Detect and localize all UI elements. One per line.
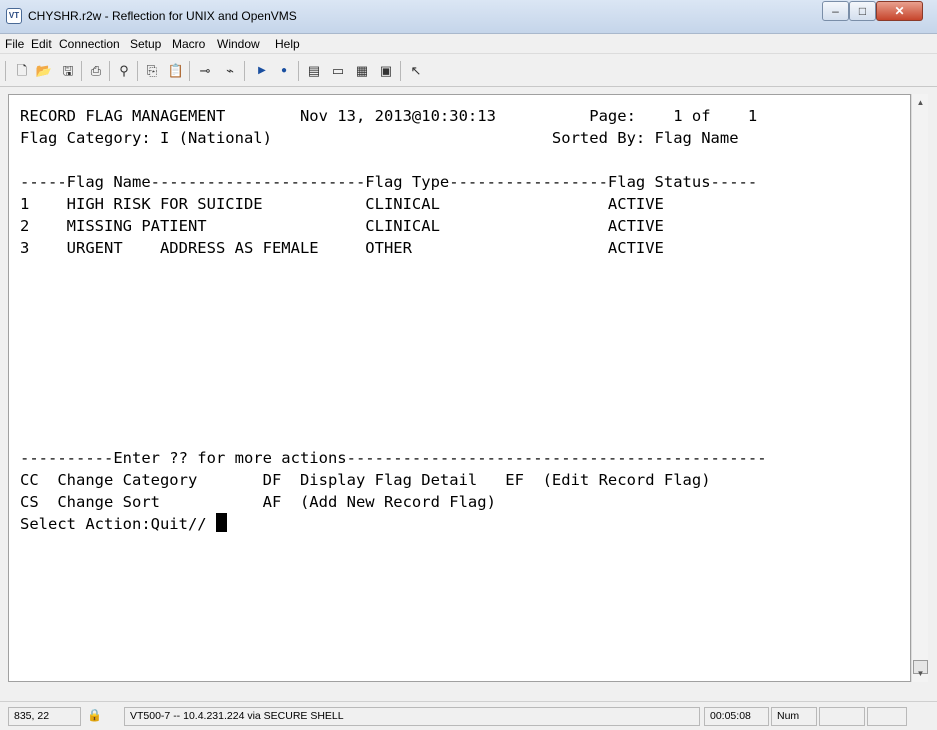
find-icon[interactable]: ⚲ xyxy=(114,61,134,81)
menu-help[interactable]: Help xyxy=(275,37,300,51)
title-bar: VT CHYSHR.r2w - Reflection for UNIX and … xyxy=(0,0,937,34)
save-icon[interactable]: 🖫 xyxy=(58,61,78,81)
action-menu-line: CS Change Sort AF (Add New Record Flag) xyxy=(20,493,496,511)
menu-connection[interactable]: Connection xyxy=(59,37,120,51)
minimize-button[interactable]: – xyxy=(822,1,849,21)
window-title: CHYSHR.r2w - Reflection for UNIX and Ope… xyxy=(28,9,297,23)
status-panel-empty xyxy=(867,707,907,726)
terminal-line: RECORD FLAG MANAGEMENT Nov 13, 2013@10:3… xyxy=(20,107,758,125)
scroll-down-arrow-icon[interactable]: ▼ xyxy=(912,665,929,682)
flag-row: 1 HIGH RISK FOR SUICIDE CLINICAL ACTIVE xyxy=(20,195,664,213)
terminal-screen[interactable]: RECORD FLAG MANAGEMENT Nov 13, 2013@10:3… xyxy=(8,94,911,682)
column-header-line: -----Flag Name-----------------------Fla… xyxy=(20,173,758,191)
app-icon: VT xyxy=(6,8,22,24)
terminal-line: Flag Category: I (National) Sorted By: F… xyxy=(20,129,739,147)
toolbar-grip xyxy=(5,61,6,81)
print-icon[interactable]: ⎙ xyxy=(86,61,106,81)
menu-setup[interactable]: Setup xyxy=(130,37,161,51)
settings-icon[interactable]: ▤ xyxy=(304,61,324,81)
open-folder-icon[interactable]: 📂 xyxy=(34,61,54,81)
select-action-prompt[interactable]: Select Action:Quit// xyxy=(20,513,227,535)
play-macro-icon[interactable]: ▶ xyxy=(252,61,272,81)
keyboard-icon[interactable]: ▦ xyxy=(352,61,372,81)
scroll-up-arrow-icon[interactable]: ▲ xyxy=(912,94,929,111)
maximize-button[interactable]: □ xyxy=(849,1,876,21)
elapsed-time: 00:05:08 xyxy=(704,707,769,726)
record-macro-icon[interactable]: ● xyxy=(274,61,294,81)
menu-window[interactable]: Window xyxy=(217,37,260,51)
disconnect-icon[interactable]: ⌁ xyxy=(220,61,240,81)
new-document-icon[interactable]: 🗋 xyxy=(12,61,32,81)
vertical-scrollbar[interactable]: ▲ ▼ xyxy=(911,94,928,682)
close-button[interactable]: ✕ xyxy=(876,1,923,21)
action-menu-line: CC Change Category DF Display Flag Detai… xyxy=(20,471,711,489)
flag-row: 3 URGENT ADDRESS AS FEMALE OTHER ACTIVE xyxy=(20,239,664,257)
lock-icon: 🔒 xyxy=(87,708,102,722)
connect-icon[interactable]: ⊸ xyxy=(195,61,215,81)
display-icon[interactable]: ▭ xyxy=(328,61,348,81)
num-lock-indicator: Num xyxy=(771,707,817,726)
connection-status: VT500-7 -- 10.4.231.224 via SECURE SHELL xyxy=(124,707,700,726)
actions-divider-line: ----------Enter ?? for more actions-----… xyxy=(20,449,767,467)
paste-icon[interactable]: 📋 xyxy=(166,61,186,81)
copy-icon[interactable]: ⎘ xyxy=(142,61,162,81)
menu-macro[interactable]: Macro xyxy=(172,37,205,51)
menu-edit[interactable]: Edit xyxy=(31,37,52,51)
prompt-text: Select Action:Quit// xyxy=(20,515,216,533)
text-cursor xyxy=(215,513,227,532)
context-help-icon[interactable]: ↖ xyxy=(406,61,426,81)
status-panel-empty xyxy=(819,707,865,726)
toolbar: 🗋 📂 🖫 ⎙ ⚲ ⎘ 📋 ⊸ ⌁ ▶ ● ▤ ▭ ▦ ▣ ↖ xyxy=(0,55,937,87)
flag-row: 2 MISSING PATIENT CLINICAL ACTIVE xyxy=(20,217,664,235)
menu-file[interactable]: File xyxy=(5,37,24,51)
cursor-position: 835, 22 xyxy=(8,707,81,726)
menu-bar: File Edit Connection Setup Macro Window … xyxy=(0,34,937,54)
status-bar: 835, 22 🔒 VT500-7 -- 10.4.231.224 via SE… xyxy=(0,701,937,730)
mapping-icon[interactable]: ▣ xyxy=(376,61,396,81)
